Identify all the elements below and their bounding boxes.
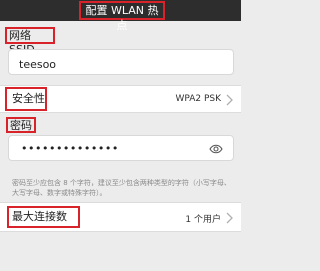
chevron-right-icon [226,94,233,106]
password-hint: 密码至少应包含 8 个字符，建议至少包含两种类型的字符（小写字母、大写字母、数字… [12,179,231,197]
password-label: 密码 [6,117,36,133]
security-row[interactable]: 安全性 WPA2 PSK [0,85,241,113]
max-connections-label: 最大连接数 [12,210,67,223]
security-value: WPA2 PSK [175,94,221,104]
security-label: 安全性 [12,92,45,105]
ssid-input[interactable]: teesoo [8,49,234,75]
max-connections-value: 1 个用户 [185,215,221,225]
max-connections-row[interactable]: 最大连接数 1 个用户 [0,202,241,232]
chevron-right-icon [226,212,233,224]
password-input[interactable]: •••••••••••••• [8,135,234,161]
ssid-label: 网络 SSID [5,27,55,56]
title-bar: 配置 WLAN 热点 [0,0,241,32]
eye-icon[interactable] [209,143,223,155]
page-title: 配置 WLAN 热点 [79,1,165,32]
password-masked: •••••••••••••• [21,142,119,155]
ssid-value: teesoo [19,58,57,71]
